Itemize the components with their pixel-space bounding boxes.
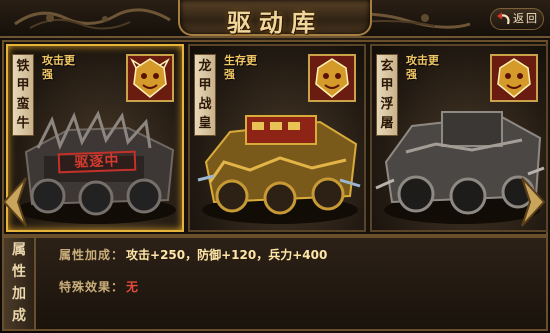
dragon-ornament-left — [14, 8, 171, 30]
back-button[interactable]: 返回 — [490, 8, 544, 30]
tab-char: 成 — [12, 308, 26, 324]
tab-char: 加 — [12, 286, 26, 302]
attribute-bonus-row: 属性加成： 攻击+250，防御+120，兵力+400 — [59, 246, 327, 263]
attribute-bonus-label: 属性加成： — [59, 248, 125, 262]
status-stamp: 驱逐中 — [57, 150, 137, 174]
header-bar: 驱动库 返回 — [0, 0, 550, 38]
special-effect-label: 特殊效果： — [59, 280, 125, 294]
vehicle-card-dragon-emperor[interactable]: 龙 甲 战 皇 生存更强 — [188, 44, 366, 232]
vehicle-bonus: 攻击更强 — [406, 54, 439, 81]
vehicle-card-iron-bull[interactable]: 铁 甲 蛮 牛 攻击更强 驱逐中 — [6, 44, 184, 232]
page-title: 驱动库 — [227, 8, 323, 37]
back-label: 返回 — [513, 12, 539, 25]
special-effect-value: 无 — [126, 280, 139, 294]
title-plate: 驱动库 — [178, 0, 372, 37]
vehicle-bonus: 攻击更强 — [42, 54, 75, 81]
name-char: 玄 — [380, 59, 394, 74]
attribute-tab[interactable]: 属 性 加 成 — [4, 238, 36, 329]
name-char: 龙 — [198, 59, 212, 74]
tab-char: 性 — [12, 264, 26, 280]
vehicle-cards: 铁 甲 蛮 牛 攻击更强 驱逐中 龙 甲 战 皇 生存更强 玄 甲 浮 屠 攻击… — [2, 40, 548, 236]
tab-char: 属 — [12, 242, 26, 258]
chevron-right-icon[interactable] — [518, 176, 548, 228]
attribute-bonus-value: 攻击+250，防御+120，兵力+400 — [126, 248, 328, 262]
attribute-panel: 属 性 加 成 属性加成： 攻击+250，防御+120，兵力+400 特殊效果：无 — [2, 236, 548, 331]
vehicle-bonus: 生存更强 — [224, 54, 257, 81]
chevron-left-icon[interactable] — [0, 176, 30, 228]
special-effect-row: 特殊效果：无 — [59, 278, 138, 295]
vehicle-dragon-emperor-image — [197, 115, 361, 224]
garage-screen: 驱动库 返回 铁 甲 蛮 牛 攻击更强 驱逐中 龙 甲 战 皇 生存更强 玄 甲… — [0, 0, 550, 333]
name-char: 铁 — [16, 59, 30, 74]
back-arrow-icon — [497, 12, 510, 25]
